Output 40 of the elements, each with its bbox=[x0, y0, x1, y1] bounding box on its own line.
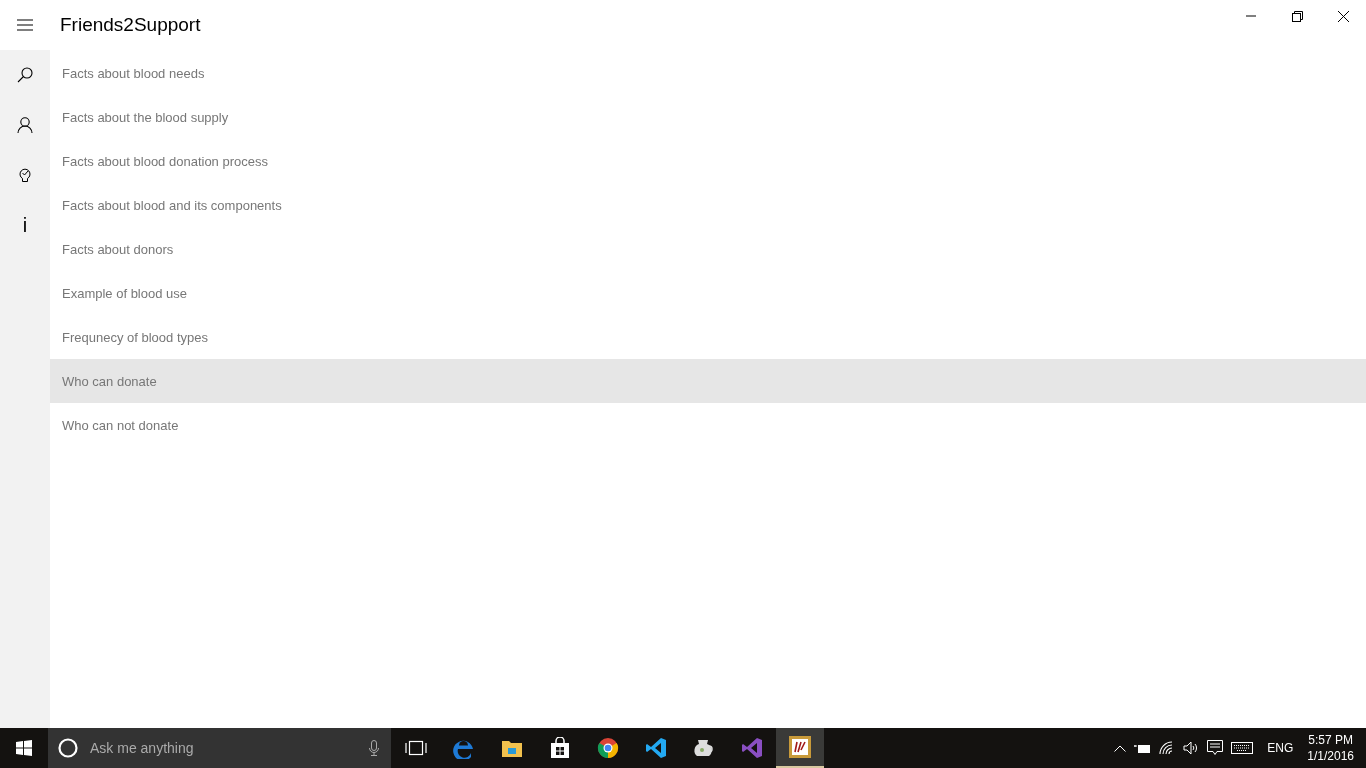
jug-icon bbox=[693, 737, 715, 759]
app-title: Friends2Support bbox=[60, 14, 202, 36]
search-field[interactable]: Ask me anything bbox=[88, 739, 359, 757]
shopping-bag-icon bbox=[550, 737, 570, 759]
search-icon bbox=[17, 67, 33, 83]
chrome-icon bbox=[597, 737, 619, 759]
close-icon bbox=[1337, 10, 1349, 22]
search-bar[interactable]: Ask me anything bbox=[48, 728, 391, 768]
app-icon bbox=[789, 736, 811, 758]
microphone-icon bbox=[369, 740, 379, 756]
list-item[interactable]: Who can not donate bbox=[50, 403, 1366, 447]
keyboard-icon[interactable] bbox=[1231, 742, 1254, 754]
ribbon-icon bbox=[645, 737, 667, 759]
list-item[interactable]: Facts about blood and its components bbox=[50, 183, 1366, 227]
notification-icon[interactable] bbox=[1207, 740, 1224, 756]
speaker-icon[interactable] bbox=[1183, 741, 1200, 755]
language-indicator[interactable]: ENG bbox=[1267, 741, 1294, 755]
clock-time[interactable]: 5:57 PM bbox=[1308, 732, 1353, 748]
list-item[interactable]: Facts about blood donation process bbox=[50, 139, 1366, 183]
folder-icon bbox=[501, 738, 523, 758]
list-item[interactable]: Facts about blood needs bbox=[50, 51, 1366, 95]
task-view-icon bbox=[405, 740, 427, 756]
list-item[interactable]: Facts about the blood supply bbox=[50, 95, 1366, 139]
restore-icon bbox=[1291, 10, 1303, 22]
menu-icon bbox=[17, 19, 33, 31]
battery-icon[interactable] bbox=[1134, 743, 1152, 753]
lightbulb-icon bbox=[19, 167, 31, 183]
person-icon bbox=[17, 117, 33, 133]
windows-icon bbox=[16, 740, 32, 756]
chevron-up-icon[interactable] bbox=[1114, 744, 1127, 752]
ribbon-icon bbox=[741, 737, 763, 759]
list-item[interactable]: Example of blood use bbox=[50, 271, 1366, 315]
circle-icon bbox=[58, 738, 78, 758]
clock-date[interactable]: 1/1/2016 bbox=[1307, 748, 1354, 764]
list-item[interactable]: Frequnecy of blood types bbox=[50, 315, 1366, 359]
info-button[interactable]: i bbox=[0, 200, 50, 250]
list-item[interactable]: Facts about donors bbox=[50, 227, 1366, 271]
minimize-icon bbox=[1246, 15, 1256, 17]
list-item[interactable]: Who can donate bbox=[50, 359, 1366, 403]
taskbar-app[interactable] bbox=[776, 728, 824, 768]
